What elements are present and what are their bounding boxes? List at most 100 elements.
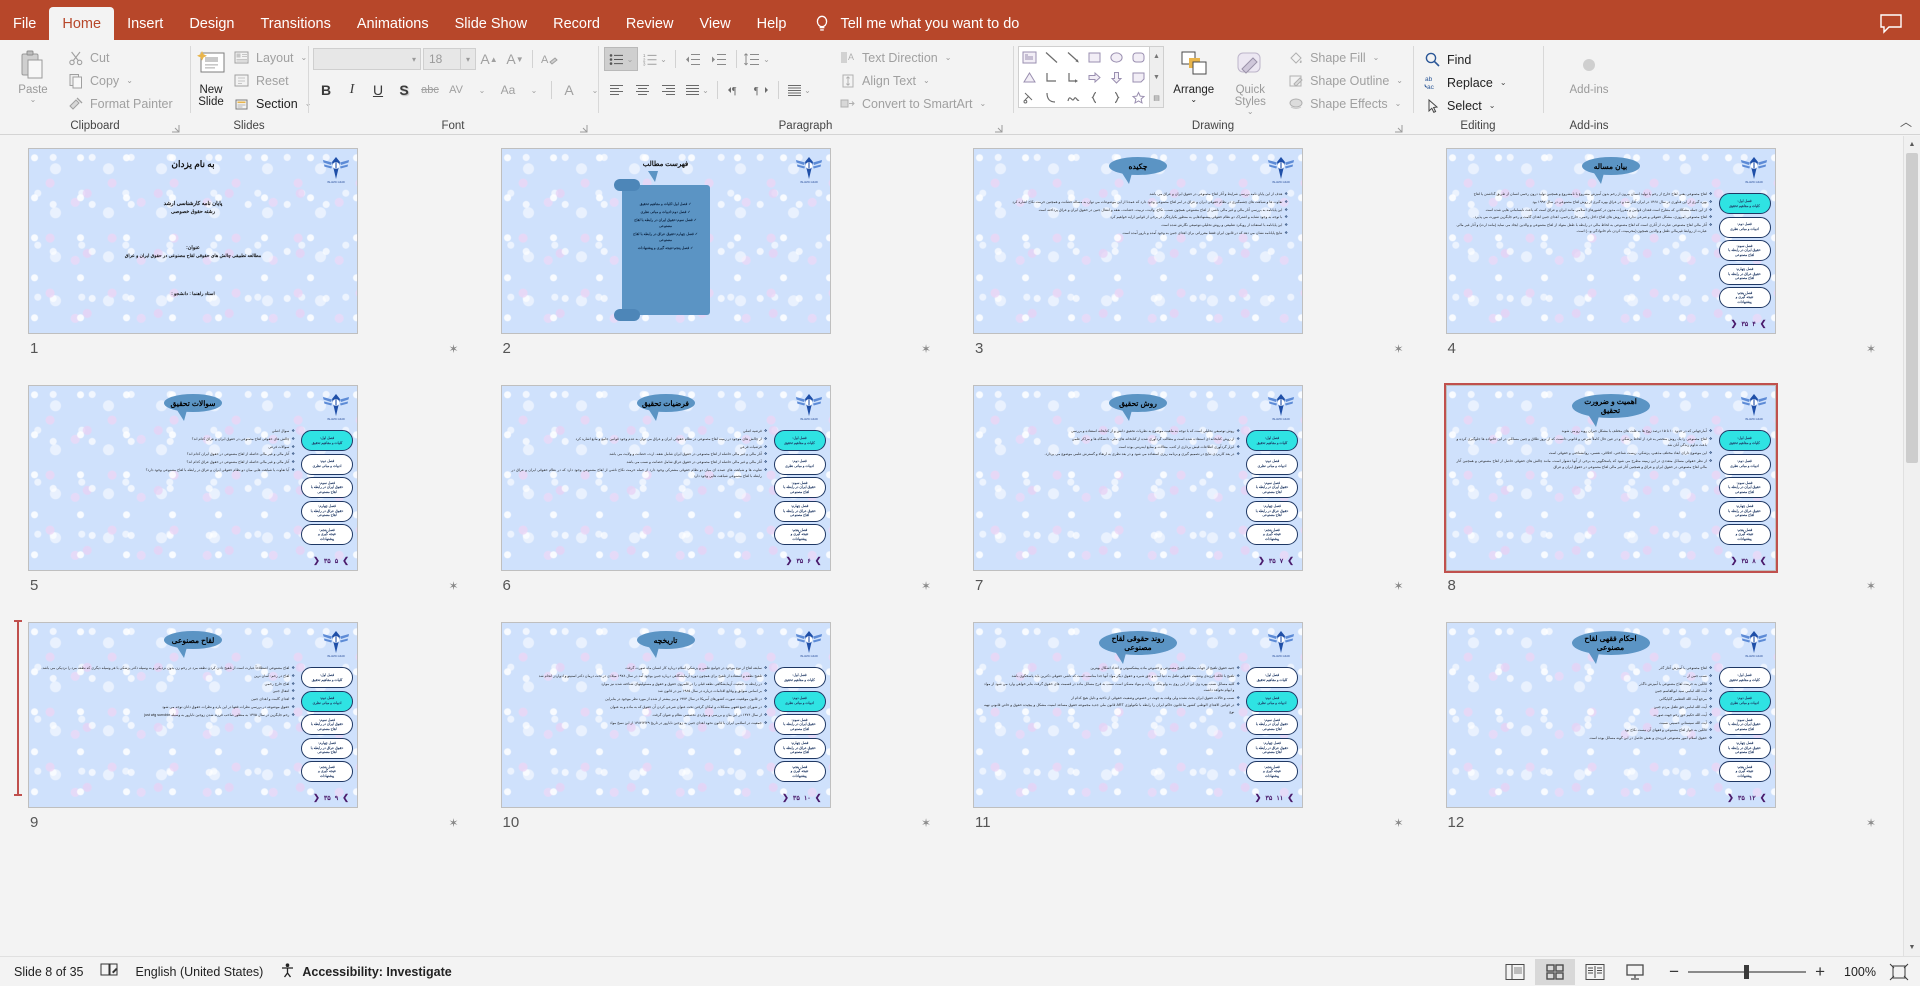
bullets-button[interactable]: ⌄ bbox=[604, 47, 638, 71]
shape-effects-button[interactable]: Shape Effects ⌄ bbox=[1281, 92, 1408, 115]
bold-button[interactable]: B bbox=[314, 78, 338, 102]
animation-star-icon[interactable]: ✶ bbox=[921, 579, 931, 593]
arrange-chevron-down-icon[interactable]: ⌄ bbox=[1190, 96, 1197, 104]
shapes-more-icon[interactable]: ▤ bbox=[1150, 88, 1163, 107]
pager-prev-icon[interactable]: ❯ bbox=[1287, 556, 1294, 565]
rtl-direction-button[interactable]: ¶ bbox=[749, 78, 773, 102]
cut-button[interactable]: Cut bbox=[61, 46, 178, 69]
chapter-nav-button-2[interactable]: فصل دوم: ادبیات و مبانی نظری bbox=[301, 690, 353, 712]
pager-prev-icon[interactable]: ❯ bbox=[1760, 556, 1767, 565]
align-text-chevron-down-icon[interactable]: ⌄ bbox=[923, 76, 930, 85]
tell-me-box[interactable]: Tell me what you want to do bbox=[811, 7, 1019, 40]
shape-outline-button[interactable]: Shape Outline ⌄ bbox=[1281, 69, 1408, 92]
slide-thumbnail-cell-11[interactable]: ISLAMIC AZAD روند حقوقی لقاح مصنوعی ❖ جنبه … bbox=[955, 616, 1428, 853]
replace-chevron-down-icon[interactable]: ⌄ bbox=[1500, 78, 1507, 87]
chapter-nav-button-2[interactable]: فصل دوم: ادبیات و مبانی نظری bbox=[1718, 453, 1771, 475]
arrange-button[interactable]: Arrange ⌄ bbox=[1164, 44, 1224, 104]
tab-home[interactable]: Home bbox=[49, 7, 115, 40]
new-slide-button[interactable]: New Slide bbox=[195, 44, 227, 108]
chapter-nav-button-4[interactable]: فصل چهارم: حقوق عراق در رابطه با لقاح مصنو… bbox=[1246, 500, 1298, 522]
slide-thumbnail-cell-5[interactable]: ISLAMIC AZAD سوالات تحقیق ❖ سوال اصلی ❖ چالش … bbox=[10, 379, 483, 616]
chapter-nav-button-3[interactable]: فصل سوم: حقوق ایران در رابطه با لقاح مصنوع… bbox=[773, 714, 826, 735]
pager-prev-icon[interactable]: ❯ bbox=[1760, 319, 1767, 328]
slide-thumbnail[interactable]: ISLAMIC AZAD فهرست مطالب ✓ فصل اول:کلیات و… bbox=[500, 148, 831, 334]
shape-line-icon[interactable] bbox=[1041, 47, 1063, 67]
font-dialog-launcher[interactable] bbox=[578, 123, 589, 134]
pager-prev-icon[interactable]: ❯ bbox=[815, 556, 822, 565]
chapter-nav-button-5[interactable]: فصل پنجم: نتیجه گیری و پیشنهادات bbox=[1246, 524, 1298, 545]
chapter-nav-button-1[interactable]: فصل اول: کلیات و مفاهیم تحقیق bbox=[1718, 193, 1771, 214]
select-button[interactable]: Select ⌄ bbox=[1418, 94, 1512, 117]
italic-button[interactable]: I bbox=[340, 78, 364, 102]
increase-font-size-button[interactable]: A ▲ bbox=[477, 47, 501, 71]
shape-right-arrow-icon[interactable] bbox=[1084, 67, 1106, 87]
chapter-nav-button-3[interactable]: فصل سوم: حقوق ایران در رابطه با لقاح مصنوع… bbox=[301, 477, 353, 498]
pager-next-icon[interactable]: ❮ bbox=[786, 556, 793, 565]
slide-thumbnail-cell-6[interactable]: ISLAMIC AZAD فرضیات تحقیق ❖ فرضیه اصلی ❖ از چ… bbox=[483, 379, 956, 616]
pager-prev-icon[interactable]: ❯ bbox=[1760, 793, 1767, 802]
slide-thumbnail-cell-1[interactable]: ISLAMIC AZAD به نام یزدان پایان نامه کارشن… bbox=[10, 142, 483, 379]
shape-fill-chevron-down-icon[interactable]: ⌄ bbox=[1373, 53, 1380, 62]
slide-thumbnail[interactable]: ISLAMIC AZAD سوالات تحقیق ❖ سوال اصلی ❖ چالش … bbox=[28, 385, 358, 571]
slide-thumbnail[interactable]: ISLAMIC AZAD لقاح مصنوعی ❖ لقاح مصنوعی اصطل… bbox=[28, 622, 358, 808]
animation-star-icon[interactable]: ✶ bbox=[1866, 342, 1876, 356]
animation-star-icon[interactable]: ✶ bbox=[921, 342, 931, 356]
chapter-nav-button-1[interactable]: فصل اول: کلیات و مفاهیم تحقیق bbox=[301, 667, 353, 688]
change-case-button[interactable]: Aa bbox=[496, 78, 520, 102]
slideshow-view-button[interactable] bbox=[1615, 959, 1655, 985]
addins-button[interactable]: Add-ins bbox=[1552, 44, 1626, 96]
ltr-direction-button[interactable]: ¶ bbox=[723, 78, 747, 102]
chapter-nav-button-3[interactable]: فصل سوم: حقوق ایران در رابطه با لقاح مصنوع… bbox=[1718, 477, 1771, 498]
shape-star-icon[interactable] bbox=[1127, 87, 1149, 107]
shape-textbox-icon[interactable] bbox=[1019, 47, 1041, 67]
text-shadow-button[interactable]: S bbox=[392, 78, 416, 102]
decrease-indent-button[interactable] bbox=[681, 47, 705, 71]
normal-view-button[interactable] bbox=[1495, 959, 1535, 985]
slide-thumbnail-cell-8[interactable]: ISLAMIC AZAD اهمیت و ضرورت تحقیق ❖ آمارجهان… bbox=[1428, 379, 1901, 616]
tab-insert[interactable]: Insert bbox=[114, 7, 176, 40]
zoom-out-button[interactable]: − bbox=[1669, 962, 1679, 982]
slide-thumbnail-cell-12[interactable]: ISLAMIC AZAD احکام فقهی لقاح مصنوعی ❖ لقاح … bbox=[1428, 616, 1901, 853]
shape-rectangle-icon[interactable] bbox=[1084, 47, 1106, 67]
tab-help[interactable]: Help bbox=[744, 7, 800, 40]
pager-next-icon[interactable]: ❮ bbox=[1258, 556, 1265, 565]
shape-fill-button[interactable]: Shape Fill ⌄ bbox=[1281, 46, 1408, 69]
chapter-nav-button-1[interactable]: فصل اول: کلیات و مفاهیم تحقیق bbox=[1246, 430, 1298, 451]
font-color-button[interactable]: A bbox=[557, 78, 581, 102]
shapes-gallery[interactable] bbox=[1018, 46, 1150, 108]
chapter-nav-button-1[interactable]: فصل اول: کلیات و مفاهیم تحقیق bbox=[1718, 667, 1771, 688]
section-button[interactable]: Section ⌄ bbox=[227, 92, 316, 115]
animation-star-icon[interactable]: ✶ bbox=[1393, 579, 1403, 593]
paragraph-dialog-launcher[interactable] bbox=[993, 123, 1004, 134]
slide-thumbnail-cell-7[interactable]: ISLAMIC AZAD روش تحقیق ❖ روش توصیفی تحلیلی … bbox=[955, 379, 1428, 616]
chapter-nav-button-2[interactable]: فصل دوم: ادبیات و مبانی نظری bbox=[773, 453, 826, 475]
chapter-nav-button-4[interactable]: فصل چهارم: حقوق عراق در رابطه با لقاح مصنو… bbox=[1718, 737, 1771, 759]
font-name-input[interactable]: ▾ bbox=[313, 48, 421, 70]
chapter-nav-button-5[interactable]: فصل پنجم: نتیجه گیری و پیشنهادات bbox=[1718, 524, 1771, 545]
shapes-scroll-up-icon[interactable]: ▲ bbox=[1150, 47, 1163, 66]
pager-next-icon[interactable]: ❮ bbox=[1255, 793, 1262, 802]
shape-down-arrow-icon[interactable] bbox=[1106, 67, 1128, 87]
format-painter-button[interactable]: Format Painter bbox=[61, 92, 178, 115]
chapter-nav-button-3[interactable]: فصل سوم: حقوق ایران در رابطه با لقاح مصنوع… bbox=[1246, 477, 1298, 498]
font-size-chevron-down-icon[interactable]: ▾ bbox=[461, 48, 476, 70]
zoom-slider-handle[interactable] bbox=[1744, 964, 1750, 979]
align-text-button[interactable]: Align Text ⌄ bbox=[833, 69, 991, 92]
pager-next-icon[interactable]: ❮ bbox=[313, 793, 320, 802]
chapter-nav-button-4[interactable]: فصل چهارم: حقوق عراق در رابطه با لقاح مصنو… bbox=[301, 737, 353, 759]
text-direction-chevron-down-icon[interactable]: ⌄ bbox=[945, 53, 952, 62]
convert-to-smartart-button[interactable]: Convert to SmartArt ⌄ bbox=[833, 92, 991, 115]
pager-next-icon[interactable]: ❮ bbox=[1731, 319, 1738, 328]
chapter-nav-button-4[interactable]: فصل چهارم: حقوق عراق در رابطه با لقاح مصنو… bbox=[1718, 263, 1771, 285]
animation-star-icon[interactable]: ✶ bbox=[448, 816, 458, 830]
find-button[interactable]: Find bbox=[1418, 48, 1512, 71]
pager-next-icon[interactable]: ❮ bbox=[1727, 793, 1734, 802]
chapter-nav-button-5[interactable]: فصل پنجم: نتیجه گیری و پیشنهادات bbox=[773, 761, 826, 782]
tab-view[interactable]: View bbox=[686, 7, 743, 40]
slide-thumbnail[interactable]: ISLAMIC AZAD چکیده ❖ هدف از این پایان نامه … bbox=[973, 148, 1303, 334]
slide-thumbnail[interactable]: ISLAMIC AZAD اهمیت و ضرورت تحقیق ❖ آمارجهان… bbox=[1443, 383, 1778, 573]
pager-next-icon[interactable]: ❮ bbox=[313, 556, 320, 565]
justify-button[interactable]: ⌄ bbox=[682, 78, 712, 102]
chapter-nav-button-5[interactable]: فصل پنجم: نتیجه گیری و پیشنهادات bbox=[301, 761, 353, 782]
tab-animations[interactable]: Animations bbox=[344, 7, 442, 40]
